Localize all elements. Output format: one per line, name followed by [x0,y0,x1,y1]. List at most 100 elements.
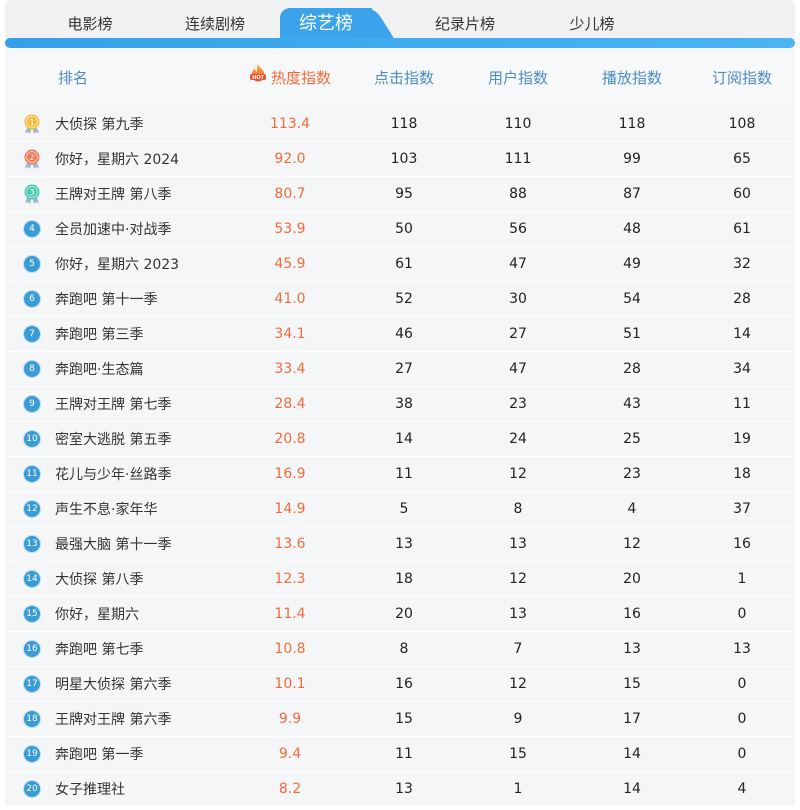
program-name[interactable]: 最强大脑 第十一季 [55,534,171,554]
program-name[interactable]: 奔跑吧·生态篇 [55,359,143,379]
user-index-value: 30 [509,291,527,307]
program-name[interactable]: 奔跑吧 第三季 [55,324,143,344]
program-name[interactable]: 奔跑吧 第一季 [55,744,143,764]
table-row: 5 你好，星期六 2023 45.9 61 47 49 32 [5,247,795,282]
program-name[interactable]: 花儿与少年·丝路季 [55,464,171,484]
program-name[interactable]: 明星大侦探 第六季 [55,674,171,694]
user-index-value: 56 [509,221,527,237]
table-row: 4 全员加速中·对战季 53.9 50 56 48 61 [5,212,795,247]
rank-name-cell: 6 奔跑吧 第十一季 [5,282,233,316]
rank-number: 15 [24,606,40,622]
rank-number: 13 [24,536,40,552]
user-index-value: 12 [509,571,527,587]
rank-number: 7 [24,326,40,342]
play-index-value: 49 [623,256,641,272]
click-index-value: 5 [399,501,409,517]
program-name[interactable]: 声生不息·家年华 [55,499,157,519]
click-index-value: 18 [395,571,413,587]
play-index-value: 118 [618,116,646,132]
subscribe-index-value: 4 [737,781,747,797]
hot-flame-icon: HOT [249,63,267,83]
program-name[interactable]: 女子推理社 [55,779,125,799]
table-row: 17 明星大侦探 第六季 10.1 16 12 15 0 [5,667,795,702]
user-index-value: 23 [509,396,527,412]
rank-name-cell: 10 密室大逃脱 第五季 [5,422,233,456]
table-row: 2 你好，星期六 2024 92.0 103 111 99 65 [5,142,795,177]
program-name[interactable]: 你好，星期六 2024 [55,149,179,169]
tab-variety[interactable]: 综艺榜 [280,8,372,40]
header-hot-index-label: 热度指数 [270,69,331,87]
user-index-value: 88 [509,186,527,202]
play-index-value: 20 [623,571,641,587]
tab-kids[interactable]: 少儿榜 [547,8,637,40]
program-name[interactable]: 王牌对王牌 第六季 [55,709,171,729]
user-index-value: 111 [504,151,532,167]
user-index-value: 12 [509,676,527,692]
hot-index-value: 12.3 [274,571,306,587]
program-name[interactable]: 密室大逃脱 第五季 [55,429,171,449]
program-name[interactable]: 大侦探 第八季 [55,569,143,589]
rank-number: 6 [24,291,40,307]
header-user-index: 用户指数 [487,69,548,87]
subscribe-index-value: 32 [733,256,751,272]
click-index-value: 11 [395,466,413,482]
hot-badge-text: HOT [252,74,264,80]
tab-documentary[interactable]: 纪录片榜 [415,8,515,40]
rank-circle-icon: 17 [21,673,43,695]
play-index-value: 13 [623,641,641,657]
subscribe-index-value: 18 [733,466,751,482]
program-name[interactable]: 奔跑吧 第十一季 [55,289,157,309]
table-row: 18 王牌对王牌 第六季 9.9 15 9 17 0 [5,702,795,737]
user-index-value: 27 [509,326,527,342]
subscribe-index-value: 14 [733,326,751,342]
play-index-value: 12 [623,536,641,552]
table-row: 20 女子推理社 8.2 13 1 14 4 [5,772,795,807]
rank-name-cell: 20 女子推理社 [5,772,233,806]
table-row: 16 奔跑吧 第七季 10.8 8 7 13 13 [5,632,795,667]
play-index-value: 99 [623,151,641,167]
program-name[interactable]: 王牌对王牌 第七季 [55,394,171,414]
hot-index-value: 13.6 [274,536,306,552]
rank-name-cell: 18 王牌对王牌 第六季 [5,702,233,736]
play-index-value: 43 [623,396,641,412]
user-index-value: 110 [504,116,532,132]
program-name[interactable]: 你好，星期六 2023 [55,254,179,274]
program-name[interactable]: 王牌对王牌 第八季 [55,184,171,204]
tab-movie[interactable]: 电影榜 [45,8,135,40]
header-hot-index: HOT 热度指数 [233,63,347,88]
table-header: 排名 HOT 热度指数 点击指数 用户指数 播放指数 订阅指数 [5,48,795,107]
hot-index-value: 41.0 [274,291,306,307]
click-index-value: 95 [395,186,413,202]
subscribe-index-value: 19 [733,431,751,447]
rank-number: 19 [24,746,40,762]
hot-index-value: 9.9 [278,711,302,727]
user-index-value: 1 [513,781,523,797]
subscribe-index-value: 34 [733,361,751,377]
header-rank: 排名 [58,69,89,87]
play-index-value: 4 [627,501,637,517]
rank-number: 2 [29,153,34,162]
user-index-value: 13 [509,536,527,552]
medal-icon: 2 [21,148,43,170]
table-row: 19 奔跑吧 第一季 9.4 11 15 14 0 [5,737,795,772]
subscribe-index-value: 11 [733,396,751,412]
header-click-index: 点击指数 [373,69,434,87]
click-index-value: 46 [395,326,413,342]
program-name[interactable]: 你好，星期六 [55,604,139,624]
play-index-value: 25 [623,431,641,447]
program-name[interactable]: 大侦探 第九季 [55,114,143,134]
rank-circle-icon: 10 [21,428,43,450]
hot-index-value: 16.9 [274,466,306,482]
program-name[interactable]: 全员加速中·对战季 [55,219,171,239]
user-index-value: 47 [509,256,527,272]
user-index-value: 13 [509,606,527,622]
tab-tv-series[interactable]: 连续剧榜 [165,8,265,40]
rank-number: 18 [24,711,40,727]
rank-name-cell: 8 奔跑吧·生态篇 [5,352,233,386]
subscribe-index-value: 13 [733,641,751,657]
play-index-value: 54 [623,291,641,307]
program-name[interactable]: 奔跑吧 第七季 [55,639,143,659]
rank-name-cell: 1 大侦探 第九季 [5,107,233,141]
rank-circle-icon: 19 [21,743,43,765]
hot-index-value: 34.1 [274,326,306,342]
